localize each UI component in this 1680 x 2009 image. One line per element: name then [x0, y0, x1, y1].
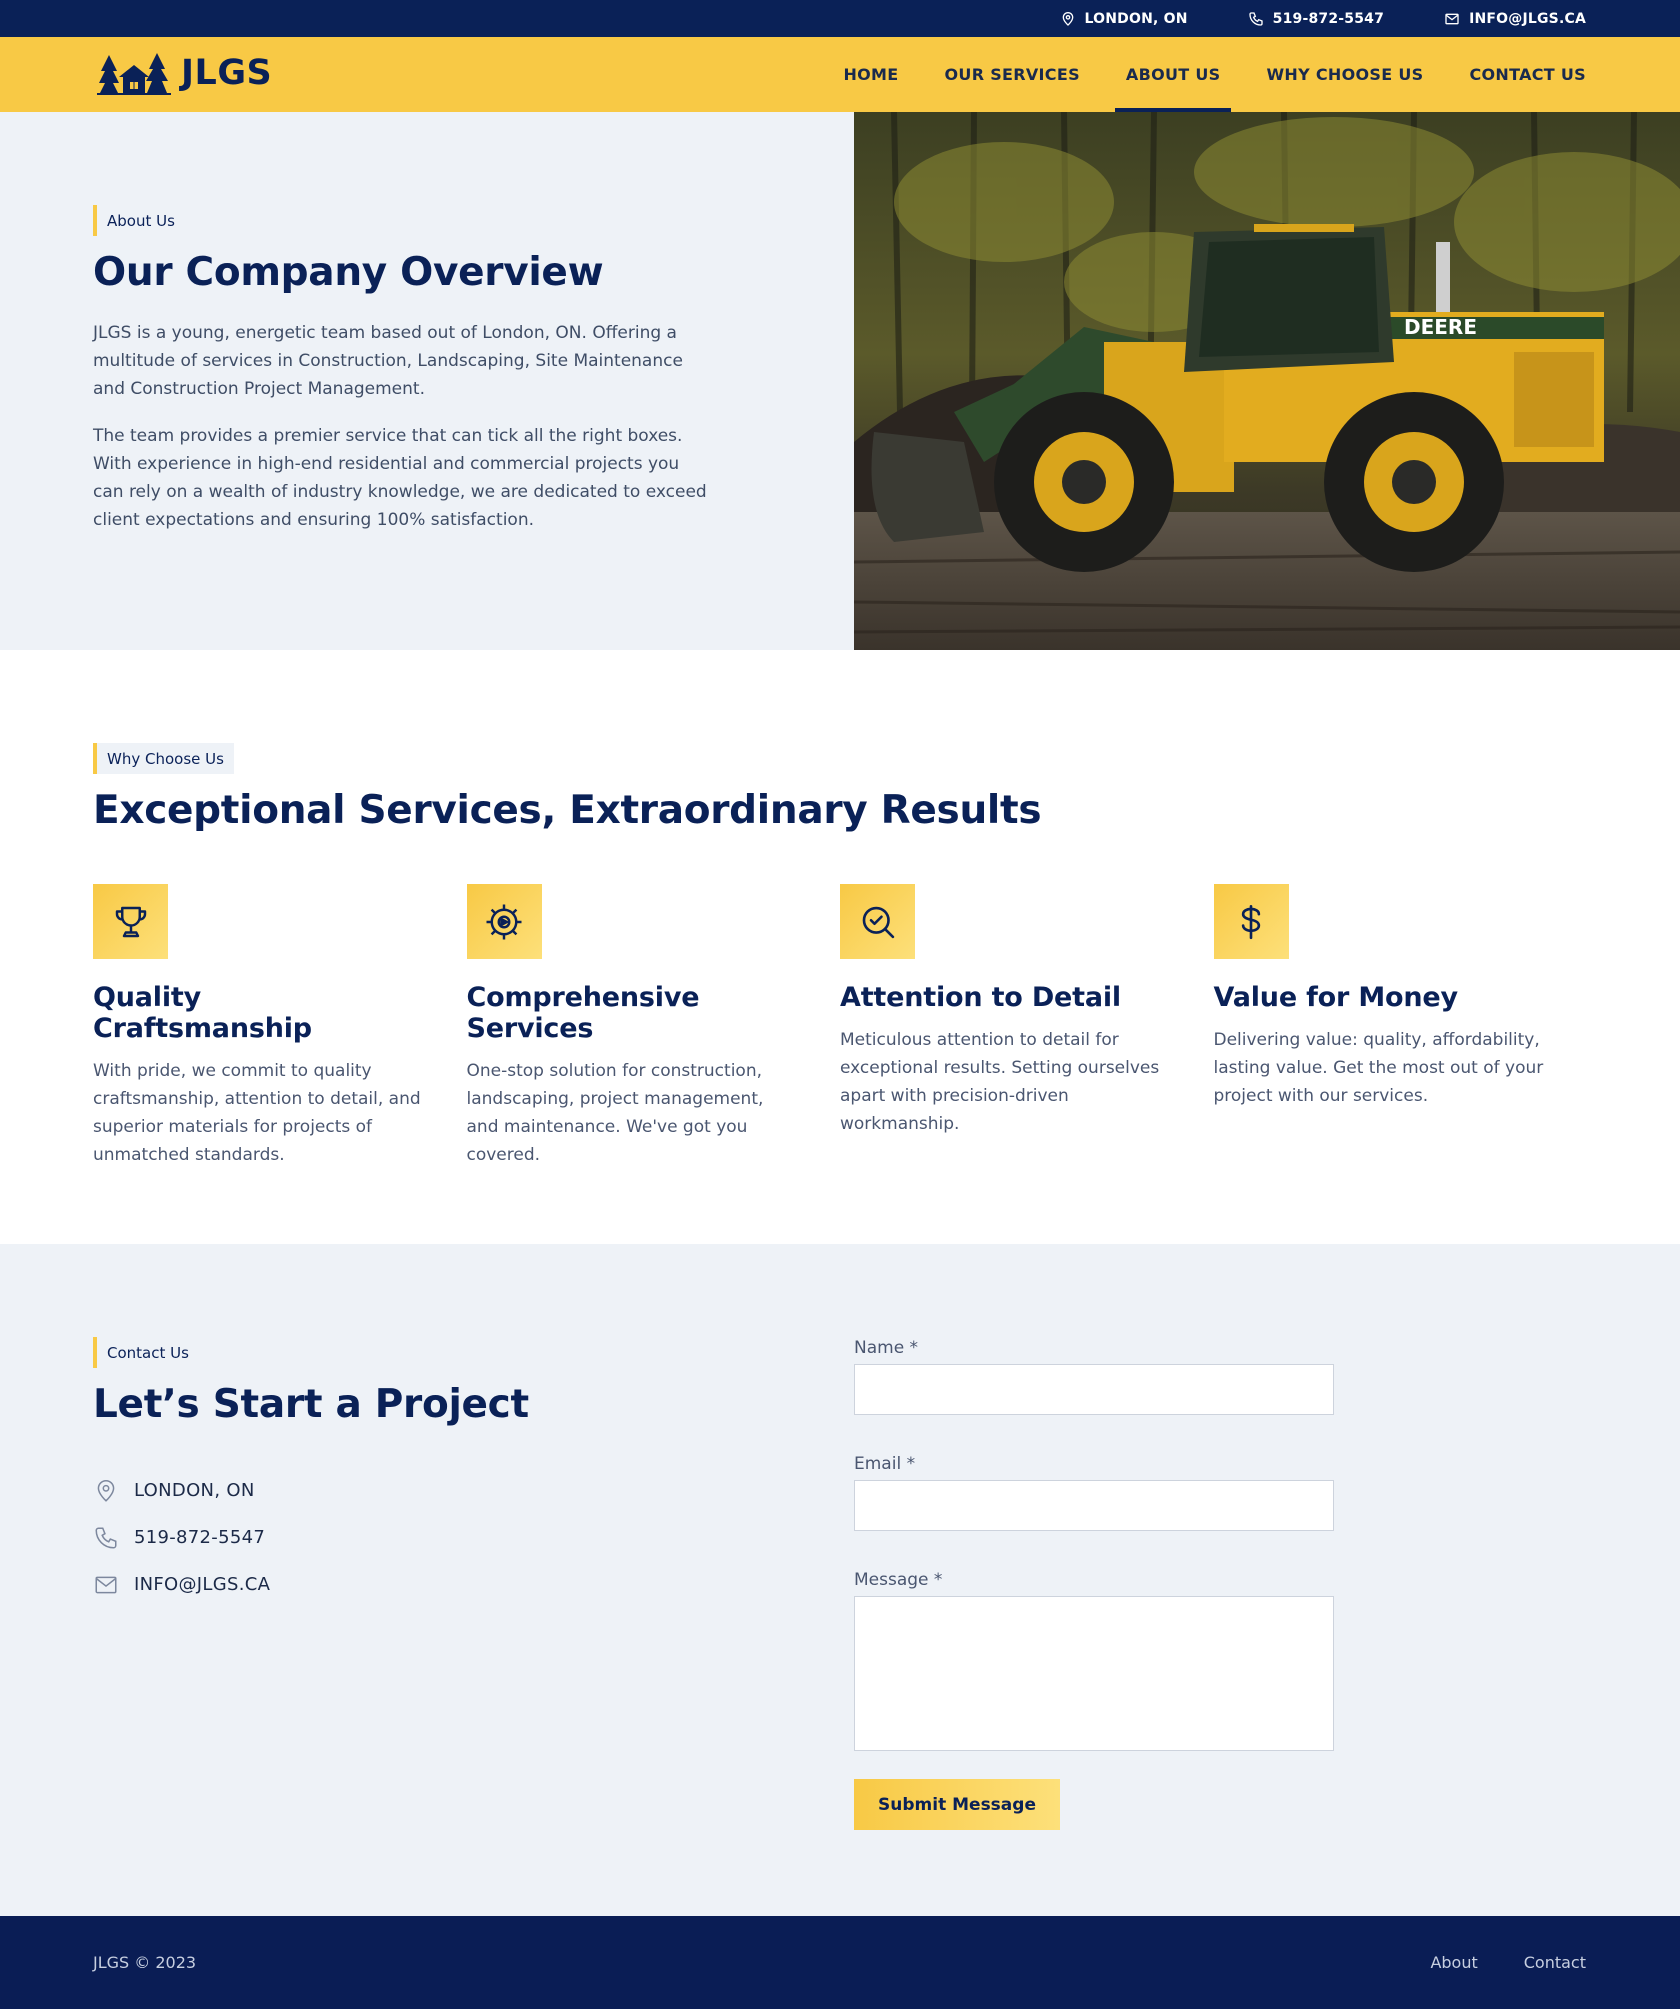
email-input[interactable]: [854, 1480, 1334, 1531]
why-title: Exceptional Services, Extraordinary Resu…: [93, 788, 1042, 833]
submit-message-button[interactable]: Submit Message: [854, 1779, 1060, 1830]
contact-email-text[interactable]: INFO@JLGS.CA: [134, 1574, 270, 1595]
footer-links: About Contact: [1430, 1953, 1586, 1972]
why-choose-us-section: Why Choose Us Exceptional Services, Extr…: [0, 650, 1680, 1244]
name-label: Name *: [854, 1338, 919, 1358]
feature-icon-box: [93, 884, 168, 959]
top-bar: LONDON, ON 519-872-5547 INFO@JLGS.CA: [0, 0, 1680, 37]
nav-item-why-choose-us[interactable]: WHY CHOOSE US: [1243, 37, 1446, 112]
pine-trees-house-logo-icon: [97, 53, 171, 95]
feature-card: Attention to Detail Meticulous attention…: [840, 884, 1214, 1169]
top-bar-email-text[interactable]: INFO@JLGS.CA: [1469, 11, 1586, 27]
about-text-block: About Us Our Company Overview JLGS is a …: [93, 205, 713, 534]
main-nav: HOME OUR SERVICES ABOUT US WHY CHOOSE US…: [820, 37, 1586, 112]
contact-phone[interactable]: 519-872-5547: [93, 1514, 529, 1561]
top-bar-contact-info: LONDON, ON 519-872-5547 INFO@JLGS.CA: [1060, 0, 1586, 37]
top-bar-location-text: LONDON, ON: [1084, 10, 1188, 27]
top-bar-phone[interactable]: 519-872-5547: [1248, 11, 1384, 27]
contact-info-block: Contact Us Let’s Start a Project LONDON,…: [93, 1337, 529, 1608]
contact-email[interactable]: INFO@JLGS.CA: [93, 1561, 529, 1608]
email-label: Email *: [854, 1454, 916, 1474]
contact-section: Contact Us Let’s Start a Project LONDON,…: [0, 1244, 1680, 1916]
message-textarea[interactable]: [854, 1596, 1334, 1751]
logo-text: JLGS: [181, 53, 273, 93]
footer-link-about[interactable]: About: [1430, 1953, 1477, 1972]
copyright-text: JLGS © 2023: [93, 1953, 197, 1972]
feature-description: With pride, we commit to quality craftsm…: [93, 1061, 421, 1165]
mail-icon: [1445, 13, 1459, 24]
wheel-loader-image: DEERE: [854, 112, 1680, 650]
feature-title: Value for Money: [1213, 982, 1459, 1013]
message-label: Message *: [854, 1570, 943, 1590]
top-bar-email[interactable]: INFO@JLGS.CA: [1444, 11, 1586, 27]
contact-location: LONDON, ON: [93, 1467, 529, 1514]
nav-item-home[interactable]: HOME: [820, 37, 921, 112]
location-pin-icon: [1062, 11, 1073, 26]
about-paragraph-2: The team provides a premier service that…: [93, 426, 707, 530]
phone-icon: [95, 1526, 117, 1549]
trophy-icon: [115, 906, 146, 937]
name-input[interactable]: [854, 1364, 1334, 1415]
contact-list: LONDON, ON 519-872-5547 INFO@JLGS.CA: [93, 1467, 529, 1608]
feature-title: Quality Craftsmanship: [93, 982, 312, 1044]
about-eyebrow: About Us: [93, 205, 185, 236]
feature-title: Comprehensive Services: [466, 982, 700, 1044]
contact-title: Let’s Start a Project: [93, 1382, 529, 1427]
contact-phone-text[interactable]: 519-872-5547: [134, 1527, 265, 1548]
features-grid: Quality Craftsmanship With pride, we com…: [93, 884, 1587, 1169]
top-bar-location: LONDON, ON: [1060, 11, 1188, 27]
nav-item-our-services[interactable]: OUR SERVICES: [922, 37, 1103, 112]
magnifier-check-icon: [862, 906, 894, 938]
logo[interactable]: JLGS: [97, 51, 272, 95]
contact-location-text: LONDON, ON: [134, 1480, 255, 1501]
nav-item-contact-us[interactable]: CONTACT US: [1446, 37, 1586, 112]
feature-card: Value for Money Delivering value: qualit…: [1213, 884, 1588, 1169]
feature-icon-box: [840, 884, 915, 959]
contact-form: Name * Email * Message * Submit Message: [854, 1338, 1334, 1830]
why-header: Why Choose Us Exceptional Services, Extr…: [93, 743, 1042, 833]
nav-item-about-us[interactable]: ABOUT US: [1103, 37, 1244, 112]
gear-icon: [486, 904, 522, 939]
feature-description: Delivering value: quality, affordability…: [1213, 1030, 1544, 1106]
wheel-loader-photo: DEERE: [854, 112, 1680, 650]
dollar-icon: [1241, 904, 1261, 939]
site-header: JLGS HOME OUR SERVICES ABOUT US WHY CHOO…: [0, 37, 1680, 112]
mail-icon: [95, 1576, 117, 1593]
why-eyebrow: Why Choose Us: [93, 743, 234, 774]
feature-title: Attention to Detail: [840, 982, 1121, 1013]
about-title: Our Company Overview: [93, 250, 604, 295]
location-pin-icon: [97, 1479, 115, 1502]
phone-icon: [1248, 11, 1263, 26]
about-paragraph-1: JLGS is a young, energetic team based ou…: [93, 323, 683, 399]
feature-icon-box: [1213, 884, 1289, 959]
feature-icon-box: [466, 884, 542, 959]
top-bar-phone-text[interactable]: 519-872-5547: [1273, 11, 1384, 27]
contact-eyebrow: Contact Us: [93, 1337, 199, 1368]
feature-description: One-stop solution for construction, land…: [466, 1061, 764, 1165]
site-footer: JLGS © 2023 About Contact: [0, 1916, 1680, 2009]
svg-text:DEERE: DEERE: [1404, 315, 1477, 339]
about-section: About Us Our Company Overview JLGS is a …: [0, 112, 1680, 650]
footer-link-contact[interactable]: Contact: [1524, 1953, 1586, 1972]
feature-card: Quality Craftsmanship With pride, we com…: [93, 884, 467, 1169]
feature-card: Comprehensive Services One-stop solution…: [466, 884, 841, 1169]
feature-description: Meticulous attention to detail for excep…: [840, 1030, 1160, 1134]
